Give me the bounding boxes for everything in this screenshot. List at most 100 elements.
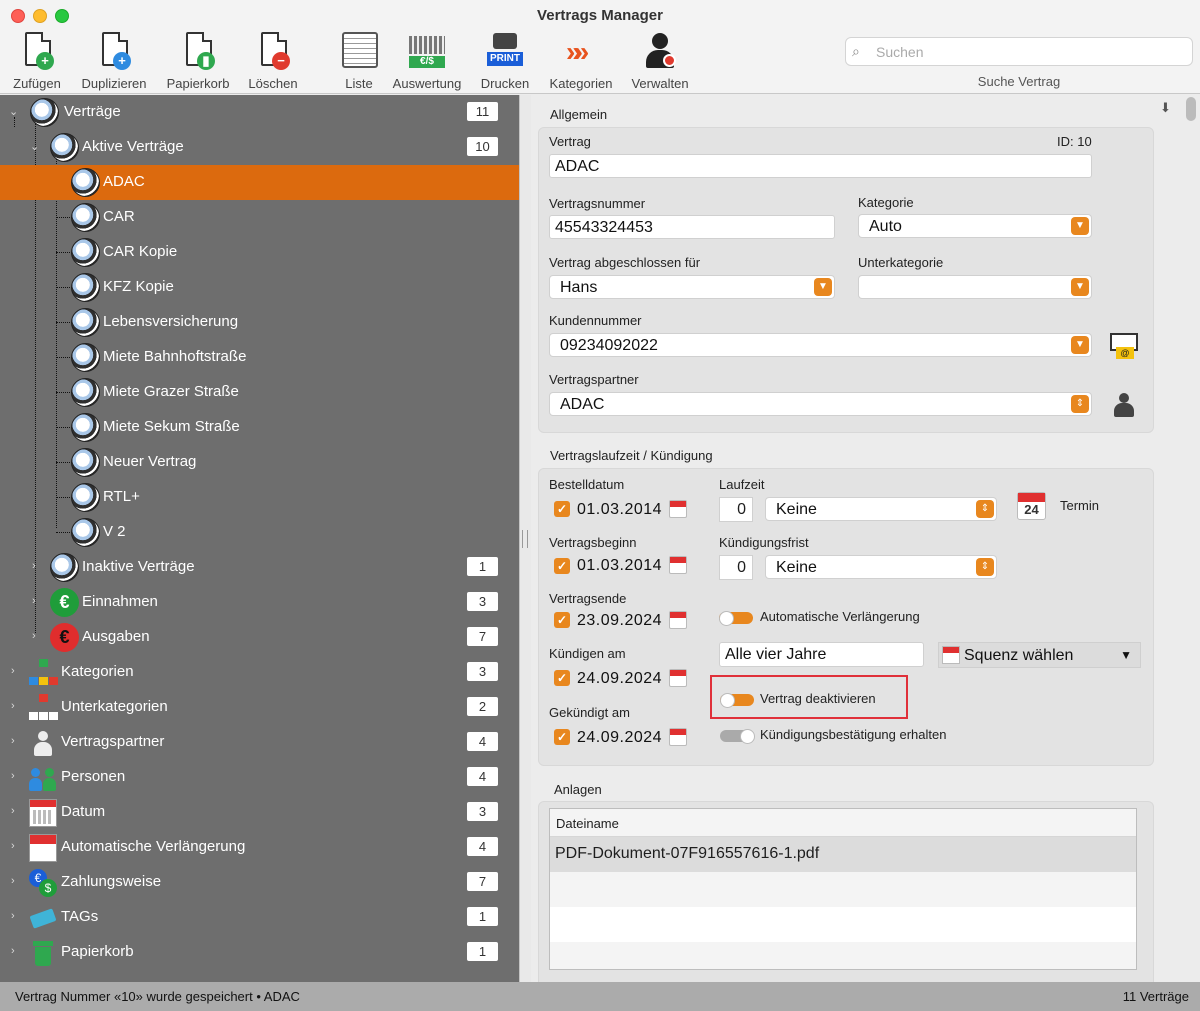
deactivate-toggle[interactable]	[720, 693, 754, 708]
people-icon[interactable]	[1110, 390, 1138, 418]
calendar-icon[interactable]	[669, 669, 687, 687]
list-icon	[338, 30, 380, 72]
sidebar-item-miete-sekum-strasse[interactable]: Miete Sekum Straße	[0, 410, 519, 445]
termin-calendar-icon[interactable]: 24	[1017, 492, 1046, 520]
customer-number-select[interactable]: 09234092022 ▼	[549, 333, 1092, 357]
confirmation-toggle[interactable]	[720, 729, 755, 744]
chevron-down-icon[interactable]: ⌄	[30, 140, 39, 153]
delete-button[interactable]: − Löschen	[245, 30, 301, 91]
subcategory-select[interactable]: ▼	[858, 275, 1092, 299]
table-row[interactable]: PDF-Dokument-07F916557616-1.pdf	[550, 837, 1136, 872]
add-button[interactable]: + Zufügen	[8, 30, 66, 91]
sidebar-item-kfz-kopie[interactable]: KFZ Kopie	[0, 270, 519, 305]
runtime-unit-select[interactable]: Keine ⇕	[765, 497, 997, 521]
chevron-right-icon[interactable]: ›	[11, 805, 15, 817]
sidebar-item-personen[interactable]: › Personen 4	[0, 760, 519, 795]
manage-button[interactable]: Verwalten	[627, 30, 693, 91]
calendar-icon[interactable]	[669, 556, 687, 574]
sidebar-item-ausgaben[interactable]: › € Ausgaben 7	[0, 620, 519, 655]
contract-label: Vertrag	[549, 134, 591, 149]
partner-select[interactable]: ADAC ⇕	[549, 392, 1092, 416]
tag-icon	[29, 904, 57, 932]
sidebar-item-vertragspartner[interactable]: › Vertragspartner 4	[0, 725, 519, 760]
chevron-right-icon[interactable]: ›	[11, 735, 15, 747]
count-badge: 4	[467, 767, 498, 786]
sidebar-item-miete-bahnhofstrasse[interactable]: Miete Bahnhoftstraße	[0, 340, 519, 375]
vertical-scrollbar[interactable]	[1186, 97, 1196, 121]
duplicate-doc-icon: +	[93, 30, 135, 72]
contract-number-field[interactable]: 45543324453	[549, 215, 835, 239]
chevron-right-icon[interactable]: ›	[11, 945, 15, 957]
sidebar-item-car-kopie[interactable]: CAR Kopie	[0, 235, 519, 270]
globe-icon	[71, 238, 100, 267]
sidebar-item-inaktive-vertraege[interactable]: › Inaktive Verträge 1	[0, 550, 519, 585]
sidebar-item-lebensversicherung[interactable]: Lebensversicherung	[0, 305, 519, 340]
sidebar-item-papierkorb[interactable]: › Papierkorb 1	[0, 935, 519, 970]
sidebar-item-neuer-vertrag[interactable]: Neuer Vertrag	[0, 445, 519, 480]
cancel-on-value[interactable]: 24.09.2024	[577, 670, 662, 688]
globe-icon	[71, 273, 100, 302]
sidebar-item-zahlungsweise[interactable]: › € $ Zahlungsweise 7	[0, 865, 519, 900]
column-header-filename[interactable]: Dateiname	[550, 809, 1136, 837]
categories-button[interactable]: »» Kategorien	[545, 30, 617, 91]
sidebar-item-unterkategorien[interactable]: › Unterkategorien 2	[0, 690, 519, 725]
auto-renew-toggle[interactable]	[719, 611, 753, 626]
runtime-number-field[interactable]: 0	[719, 497, 753, 522]
splitter-grip[interactable]	[522, 530, 528, 548]
list-button[interactable]: Liste	[336, 30, 382, 91]
trash-button[interactable]: ▮ Papierkorb	[162, 30, 234, 91]
sequence-select[interactable]: Squenz wählen ▼	[938, 642, 1141, 668]
globe-icon	[50, 133, 79, 162]
duplicate-button[interactable]: + Duplizieren	[76, 30, 152, 91]
chevron-right-icon[interactable]: ›	[11, 700, 15, 712]
order-date-value[interactable]: 01.03.2014	[577, 501, 662, 519]
end-date-value[interactable]: 23.09.2024	[577, 612, 662, 630]
sidebar-item-tags[interactable]: › TAGs 1	[0, 900, 519, 935]
evaluation-button[interactable]: €/$ Auswertung	[389, 30, 465, 91]
download-arrow-icon[interactable]: ⬇	[1160, 100, 1171, 116]
print-button[interactable]: PRINT Drucken	[477, 30, 533, 91]
calendar-icon[interactable]	[669, 611, 687, 629]
sidebar-item-vertraege[interactable]: ⌄ Verträge 11	[0, 95, 519, 130]
start-date-value[interactable]: 01.03.2014	[577, 557, 662, 575]
category-select[interactable]: Auto ▼	[858, 214, 1092, 238]
chevron-right-icon[interactable]: ›	[11, 665, 15, 677]
chevron-right-icon[interactable]: ›	[11, 910, 15, 922]
sidebar-item-automatische-verlaengerung[interactable]: › Automatische Verlängerung 4	[0, 830, 519, 865]
sidebar-item-kategorien[interactable]: › Kategorien 3	[0, 655, 519, 690]
chevron-right-icon[interactable]: ›	[11, 840, 15, 852]
start-date-checkbox[interactable]: ✓	[554, 558, 570, 574]
chevron-down-icon[interactable]: ⌄	[9, 105, 18, 118]
chevron-right-icon[interactable]: ›	[32, 560, 36, 572]
contract-name-field[interactable]: ADAC	[549, 154, 1092, 178]
order-date-checkbox[interactable]: ✓	[554, 501, 570, 517]
chevron-right-icon[interactable]: ›	[32, 595, 36, 607]
cancelled-date-value[interactable]: 24.09.2024	[577, 729, 662, 747]
notice-number-field[interactable]: 0	[719, 555, 753, 580]
sidebar-item-miete-grazer-strasse[interactable]: Miete Grazer Straße	[0, 375, 519, 410]
sidebar-item-car[interactable]: CAR	[0, 200, 519, 235]
sidebar-item-datum[interactable]: › Datum 3	[0, 795, 519, 830]
status-message: Vertrag Nummer «10» wurde gespeichert • …	[15, 989, 300, 1004]
chevron-right-icon[interactable]: ›	[32, 630, 36, 642]
repeat-field[interactable]: Alle vier Jahre	[719, 642, 924, 667]
search-field[interactable]: ⌕	[845, 37, 1193, 66]
cancelled-checkbox[interactable]: ✓	[554, 729, 570, 745]
chevron-right-icon[interactable]: ›	[11, 770, 15, 782]
mail-icon[interactable]: @	[1110, 333, 1138, 359]
calendar-icon[interactable]	[669, 500, 687, 518]
sidebar-item-rtl-plus[interactable]: RTL+	[0, 480, 519, 515]
end-date-checkbox[interactable]: ✓	[554, 612, 570, 628]
calendar-icon[interactable]	[669, 728, 687, 746]
cancel-on-checkbox[interactable]: ✓	[554, 670, 570, 686]
sidebar-item-v2[interactable]: V 2	[0, 515, 519, 550]
sidebar-item-adac[interactable]: ADAC	[0, 165, 519, 200]
expense-euro-icon: €	[50, 623, 79, 652]
sidebar-item-einnahmen[interactable]: › € Einnahmen 3	[0, 585, 519, 620]
notice-unit-select[interactable]: Keine ⇕	[765, 555, 997, 579]
chevron-right-icon[interactable]: ›	[11, 875, 15, 887]
search-input[interactable]	[876, 42, 1176, 62]
globe-icon	[71, 343, 100, 372]
sidebar-item-aktive-vertraege[interactable]: ⌄ Aktive Verträge 10	[0, 130, 519, 165]
concluded-for-select[interactable]: Hans ▼	[549, 275, 835, 299]
